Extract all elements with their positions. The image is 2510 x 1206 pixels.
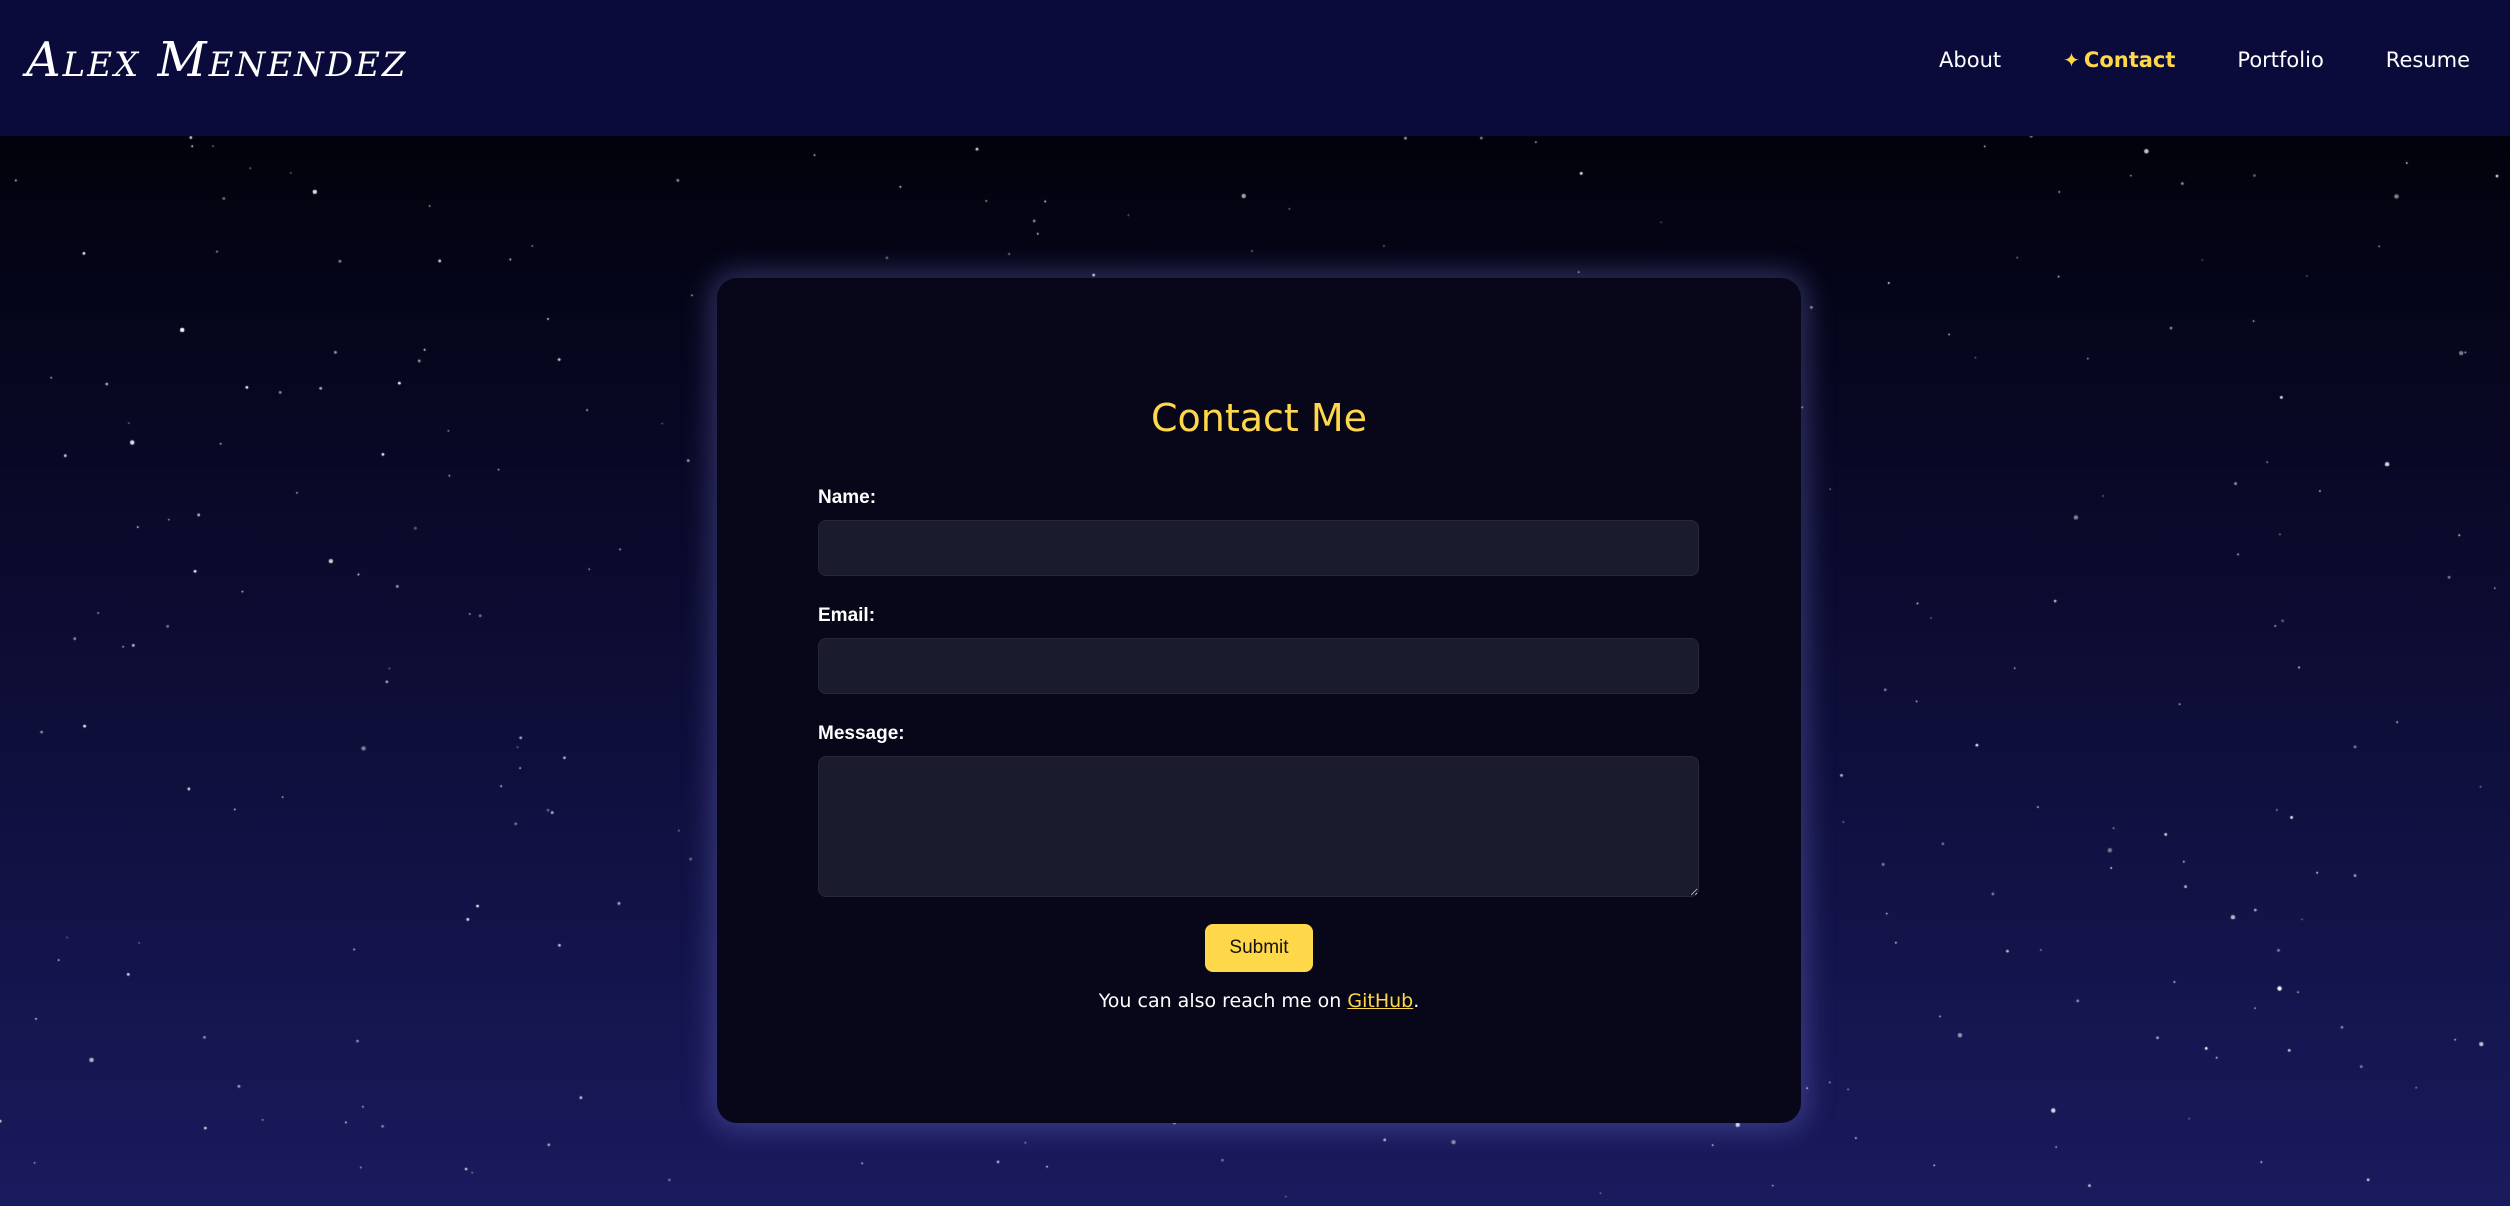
name-input[interactable] bbox=[818, 520, 1699, 576]
nav-resume-label: Resume bbox=[2385, 48, 2470, 72]
contact-note-suffix: . bbox=[1413, 990, 1420, 1012]
email-input[interactable] bbox=[818, 638, 1699, 694]
nav-contact[interactable]: ✦ Contact bbox=[2063, 48, 2175, 72]
github-link[interactable]: GitHub bbox=[1347, 990, 1413, 1012]
nav-contact-label: Contact bbox=[2083, 48, 2176, 72]
contact-note-prefix: You can also reach me on bbox=[1098, 990, 1348, 1012]
nav-resume[interactable]: Resume bbox=[2386, 48, 2470, 72]
nav-portfolio-label: Portfolio bbox=[2237, 48, 2324, 72]
nav-portfolio[interactable]: Portfolio bbox=[2237, 48, 2323, 72]
contact-note: You can also reach me on GitHub. bbox=[717, 990, 1801, 1012]
nav-about-label: About bbox=[1939, 48, 2002, 72]
site-logo[interactable]: Alex Menendez bbox=[26, 20, 408, 100]
sparkle-icon: ✦ bbox=[2063, 48, 2080, 72]
message-label: Message: bbox=[818, 723, 905, 744]
name-label: Name: bbox=[818, 487, 877, 508]
submit-button[interactable]: Submit bbox=[1205, 924, 1313, 972]
email-label: Email: bbox=[818, 605, 876, 626]
contact-card: Contact Me Name: Email: Message: Submit … bbox=[717, 278, 1801, 1123]
contact-title: Contact Me bbox=[1150, 396, 1368, 440]
nav-about[interactable]: About bbox=[1939, 48, 2001, 72]
message-textarea[interactable] bbox=[818, 756, 1699, 897]
main-nav: About ✦ Contact Portfolio Resume bbox=[1877, 40, 2470, 80]
site-header: Alex Menendez About ✦ Contact Portfolio … bbox=[0, 0, 2510, 136]
